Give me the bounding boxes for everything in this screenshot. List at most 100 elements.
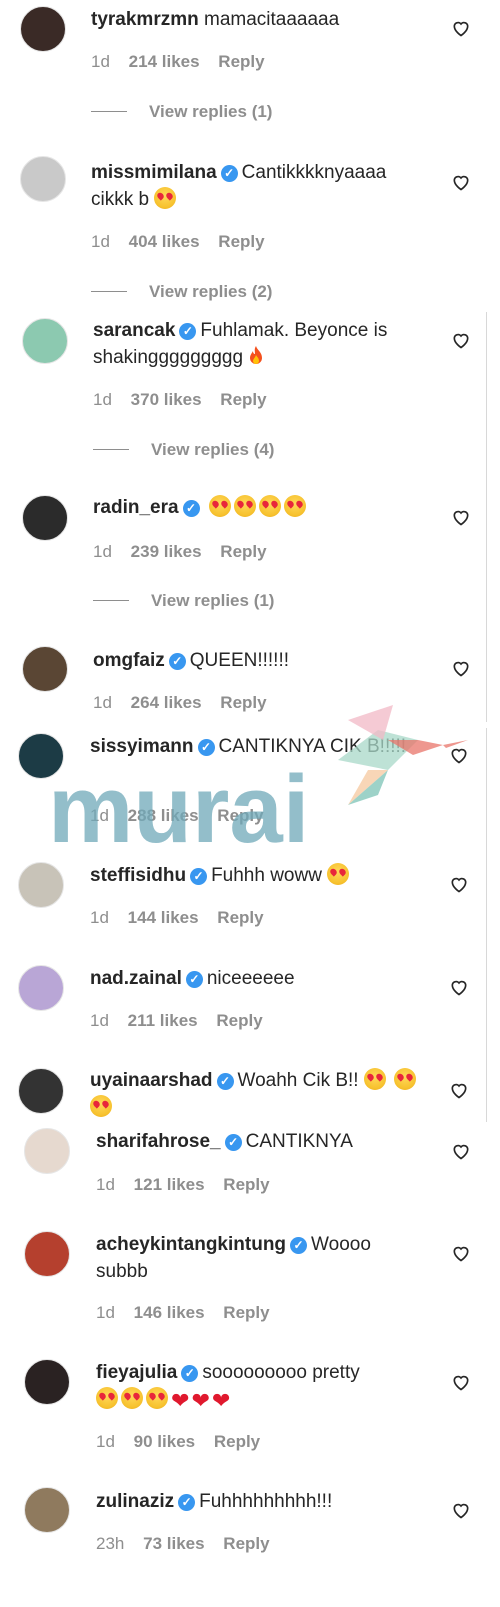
like-heart-icon[interactable] xyxy=(451,18,471,38)
avatar[interactable] xyxy=(22,646,68,692)
comment-username[interactable]: omgfaiz xyxy=(93,650,165,671)
avatar[interactable] xyxy=(24,1231,70,1277)
comment-likes[interactable]: 211 likes xyxy=(128,1011,198,1030)
comment-likes[interactable]: 288 likes xyxy=(128,806,199,825)
comment-time: 1d xyxy=(90,1011,109,1030)
like-heart-icon[interactable] xyxy=(451,1372,471,1392)
verified-badge-icon: ✓ xyxy=(220,165,238,182)
murai-watermark-logo: murai xyxy=(48,705,468,860)
comment-likes[interactable]: 239 likes xyxy=(131,542,202,561)
comment-username[interactable]: radin_era xyxy=(93,497,179,518)
comment-username[interactable]: uyainaarshad xyxy=(90,1070,213,1091)
like-heart-icon[interactable] xyxy=(449,874,469,894)
heart-eyes-emoji-icon xyxy=(121,1387,143,1409)
reply-button[interactable]: Reply xyxy=(223,1534,269,1553)
heart-eyes-emoji-icon xyxy=(327,863,350,885)
comment-likes[interactable]: 404 likes xyxy=(129,232,200,251)
comment-time: 1d xyxy=(93,693,112,712)
reply-button[interactable]: Reply xyxy=(220,693,266,712)
avatar[interactable] xyxy=(18,965,64,1011)
like-heart-icon[interactable] xyxy=(449,1080,469,1100)
avatar[interactable] xyxy=(22,495,68,541)
avatar[interactable] xyxy=(24,1128,70,1174)
avatar[interactable] xyxy=(22,318,68,364)
scrollbar-track[interactable] xyxy=(486,728,487,1122)
comment-text: Fuhhh woww xyxy=(211,865,322,886)
scrollbar-track[interactable] xyxy=(486,312,487,722)
comment-text: QUEEN!!!!!! xyxy=(189,650,290,671)
like-heart-icon[interactable] xyxy=(451,658,471,678)
verified-badge-icon: ✓ xyxy=(224,1134,242,1151)
comment-username[interactable]: sissyimann xyxy=(90,736,194,757)
comment-username[interactable]: sharifahrose_ xyxy=(96,1131,221,1152)
like-heart-icon[interactable] xyxy=(451,1141,471,1161)
avatar[interactable] xyxy=(18,862,64,908)
comment-time: 1d xyxy=(96,1303,115,1322)
comment-likes[interactable]: 214 likes xyxy=(129,52,200,71)
comment-time: 1d xyxy=(91,232,110,251)
verified-badge-icon: ✓ xyxy=(216,1073,234,1090)
heart-eyes-emoji-icon xyxy=(146,1387,168,1409)
reply-button[interactable]: Reply xyxy=(220,390,266,409)
verified-badge-icon: ✓ xyxy=(181,1365,199,1382)
heart-eyes-emoji-icon xyxy=(258,495,281,517)
comment-username[interactable]: steffisidhu xyxy=(90,865,186,886)
avatar[interactable] xyxy=(20,6,66,52)
avatar[interactable] xyxy=(20,156,66,202)
comment-likes[interactable]: 73 likes xyxy=(143,1534,204,1553)
comment-text: CANTIKNYA CIK B!!!!! xyxy=(218,736,407,757)
reply-button[interactable]: Reply xyxy=(216,1011,262,1030)
reply-button[interactable]: Reply xyxy=(223,1175,269,1194)
comment-time: 1d xyxy=(90,806,109,825)
comment-username[interactable]: fieyajulia xyxy=(96,1362,177,1383)
like-heart-icon[interactable] xyxy=(449,977,469,997)
comment-username[interactable]: acheykintangkintung xyxy=(96,1234,286,1255)
comment-likes[interactable]: 264 likes xyxy=(131,693,202,712)
comment-time: 23h xyxy=(96,1534,125,1553)
comment-likes[interactable]: 146 likes xyxy=(134,1303,205,1322)
reply-button[interactable]: Reply xyxy=(217,908,263,927)
verified-badge-icon: ✓ xyxy=(178,1494,196,1511)
comment-username[interactable]: tyrakmrzmn xyxy=(91,9,199,30)
reply-button[interactable]: Reply xyxy=(218,52,264,71)
heart-eyes-emoji-icon xyxy=(233,495,256,517)
reply-button[interactable]: Reply xyxy=(223,1303,269,1322)
heart-eyes-emoji-icon xyxy=(90,1095,112,1117)
comment-likes[interactable]: 370 likes xyxy=(131,390,202,409)
like-heart-icon[interactable] xyxy=(449,745,469,765)
like-heart-icon[interactable] xyxy=(451,507,471,527)
comment-username[interactable]: sarancak xyxy=(93,320,175,341)
view-replies-button[interactable]: View replies (4) xyxy=(93,440,274,460)
like-heart-icon[interactable] xyxy=(451,330,471,350)
avatar[interactable] xyxy=(18,733,64,779)
view-replies-button[interactable]: View replies (1) xyxy=(91,102,272,122)
view-replies-button[interactable]: View replies (1) xyxy=(93,591,274,611)
avatar[interactable] xyxy=(24,1359,70,1405)
comment-username[interactable]: zulinaziz xyxy=(96,1491,174,1512)
reply-button[interactable]: Reply xyxy=(217,806,263,825)
comment-likes[interactable]: 90 likes xyxy=(134,1432,195,1451)
view-replies-label: View replies (4) xyxy=(151,440,275,459)
comment-username[interactable]: nad.zainal xyxy=(90,968,182,989)
like-heart-icon[interactable] xyxy=(451,1243,471,1263)
heart-eyes-emoji-icon xyxy=(96,1387,118,1409)
avatar[interactable] xyxy=(24,1487,70,1533)
comment-text: CANTIKNYA xyxy=(245,1131,353,1152)
verified-badge-icon: ✓ xyxy=(185,971,203,988)
reply-button[interactable]: Reply xyxy=(220,542,266,561)
reply-button[interactable]: Reply xyxy=(214,1432,260,1451)
heart-eyes-emoji-icon xyxy=(283,495,306,517)
comment-likes[interactable]: 121 likes xyxy=(134,1175,205,1194)
like-heart-icon[interactable] xyxy=(451,1500,471,1520)
verified-badge-icon: ✓ xyxy=(197,739,215,756)
view-replies-button[interactable]: View replies (2) xyxy=(91,282,272,302)
comment-likes[interactable]: 144 likes xyxy=(128,908,199,927)
avatar[interactable] xyxy=(18,1068,64,1114)
comment-username[interactable]: missmimilana xyxy=(91,162,217,183)
verified-badge-icon: ✓ xyxy=(290,1237,308,1254)
comment-time: 1d xyxy=(93,542,112,561)
fire-emoji-icon xyxy=(250,346,263,364)
reply-button[interactable]: Reply xyxy=(218,232,264,251)
verified-badge-icon: ✓ xyxy=(168,653,186,670)
like-heart-icon[interactable] xyxy=(451,172,471,192)
